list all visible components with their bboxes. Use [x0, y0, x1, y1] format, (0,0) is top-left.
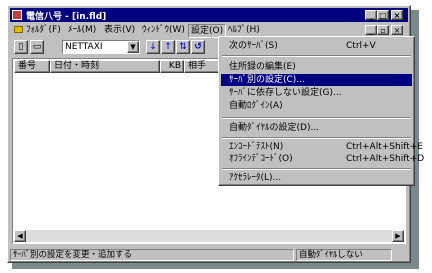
- arrow-up-icon[interactable]: ↑: [161, 40, 175, 54]
- menu-separator: [222, 168, 411, 170]
- menu-mail[interactable]: ﾒｰﾙ(M): [66, 24, 98, 36]
- menu-item-label: ｻｰﾊﾞに依存しない設定(G)...: [229, 88, 342, 98]
- menu-item-encode-test[interactable]: ｴﾝｺｰﾄﾞﾃｽﾄ(N) Ctrl+Alt+Shift+E: [221, 141, 423, 153]
- menu-item-label: 次のｻｰﾊﾞ(S): [229, 41, 278, 51]
- menu-item-auto-login[interactable]: 自動ﾛｸﾞｲﾝ(A): [221, 100, 412, 112]
- column-size[interactable]: KB: [160, 60, 184, 73]
- undo-icon[interactable]: ↺: [191, 40, 205, 54]
- menu-item-label: ｴﾝｺｰﾄﾞﾃｽﾄ(N): [229, 142, 284, 152]
- menu-help[interactable]: ﾍﾙﾌﾟ(H): [226, 24, 262, 36]
- app-icon: [12, 10, 22, 20]
- menu-item-label: 自動ﾛｸﾞｲﾝ(A): [229, 101, 283, 111]
- menu-item-next-server[interactable]: 次のｻｰﾊﾞ(S) Ctrl+V: [221, 40, 412, 52]
- menu-item-label: 自動ﾀﾞｲﾔﾙの設定(D)...: [229, 123, 320, 133]
- column-datetime[interactable]: 日付・時刻: [50, 60, 160, 73]
- folder-icon: [14, 26, 23, 33]
- menu-item-global-settings[interactable]: ｻｰﾊﾞに依存しない設定(G)...: [221, 87, 412, 99]
- menu-item-label: ｱｸｾﾗﾚｰﾀ(L)...: [229, 173, 282, 183]
- scroll-right-icon[interactable]: ▶: [392, 230, 404, 242]
- maximize-button[interactable]: □: [377, 10, 389, 20]
- menu-item-label: ｵﾌﾗｲﾝﾃﾞｺｰﾄﾞ(O): [229, 154, 293, 164]
- menu-item-label: 住所録の編集(E): [229, 62, 296, 72]
- server-combobox[interactable]: NETTAXI ▼: [62, 40, 140, 54]
- arrow-up-down-icon[interactable]: ⇅: [176, 40, 190, 54]
- menu-separator: [222, 137, 411, 139]
- open-folder-icon[interactable]: ▭: [30, 40, 44, 54]
- minimize-button[interactable]: _: [365, 10, 377, 20]
- chevron-down-icon[interactable]: ▼: [127, 41, 139, 53]
- menu-separator: [222, 55, 411, 57]
- menu-item-accelerator[interactable]: ｱｸｾﾗﾚｰﾀ(L)...: [221, 172, 412, 184]
- menu-view[interactable]: 表示(V): [102, 24, 137, 36]
- settings-menu: 次のｻｰﾊﾞ(S) Ctrl+V 住所録の編集(E) ｻｰﾊﾞ別の設定(C)..…: [218, 36, 424, 186]
- scroll-left-icon[interactable]: ◀: [14, 230, 26, 242]
- child-restore-button[interactable]: ▫: [377, 25, 389, 35]
- menu-item-auto-dial-settings[interactable]: 自動ﾀﾞｲﾔﾙの設定(D)...: [221, 122, 412, 134]
- new-document-icon[interactable]: ▯: [14, 40, 28, 54]
- resize-grip-icon[interactable]: [394, 249, 406, 261]
- child-close-button[interactable]: ×: [391, 25, 403, 35]
- menu-item-offline-decode[interactable]: ｵﾌﾗｲﾝﾃﾞｺｰﾄﾞ(O) Ctrl+Alt+Shift+D: [221, 153, 424, 165]
- server-combo-value: NETTAXI: [65, 42, 103, 52]
- menu-window[interactable]: ｳｨﾝﾄﾞｳ(W): [140, 24, 187, 36]
- menu-item-shortcut: Ctrl+Alt+Shift+D: [346, 154, 425, 164]
- menu-item-edit-addressbook[interactable]: 住所録の編集(E): [221, 61, 412, 73]
- window-title: 電信八号 - [in.fld]: [26, 12, 107, 22]
- dial-status: 自動ﾀﾞｲﾔﾙしない: [296, 249, 392, 261]
- menu-item-label: ｻｰﾊﾞ別の設定(C)...: [229, 75, 305, 85]
- menu-item-shortcut: Ctrl+V: [346, 41, 376, 51]
- arrow-down-icon[interactable]: ↓: [146, 40, 160, 54]
- menu-item-server-settings[interactable]: ｻｰﾊﾞ別の設定(C)...: [221, 74, 412, 86]
- menu-separator: [222, 117, 411, 119]
- menu-bar: ﾌｫﾙﾀﾞ(F) ﾒｰﾙ(M) 表示(V) ｳｨﾝﾄﾞｳ(W) 設定(O) ﾍﾙ…: [10, 23, 408, 38]
- horizontal-scrollbar[interactable]: ◀ ▶: [14, 230, 404, 242]
- menu-folder[interactable]: ﾌｫﾙﾀﾞ(F): [24, 24, 63, 36]
- close-button[interactable]: ×: [391, 10, 403, 20]
- title-bar[interactable]: 電信八号 - [in.fld] _ □ ×: [10, 8, 408, 22]
- status-message: ｻｰﾊﾞ別の設定を変更・追加する: [10, 249, 294, 261]
- menu-item-shortcut: Ctrl+Alt+Shift+E: [346, 142, 423, 152]
- column-number[interactable]: 番号: [14, 60, 50, 73]
- child-minimize-button[interactable]: _: [365, 25, 377, 35]
- status-bar: ｻｰﾊﾞ別の設定を変更・追加する 自動ﾀﾞｲﾔﾙしない: [10, 248, 408, 262]
